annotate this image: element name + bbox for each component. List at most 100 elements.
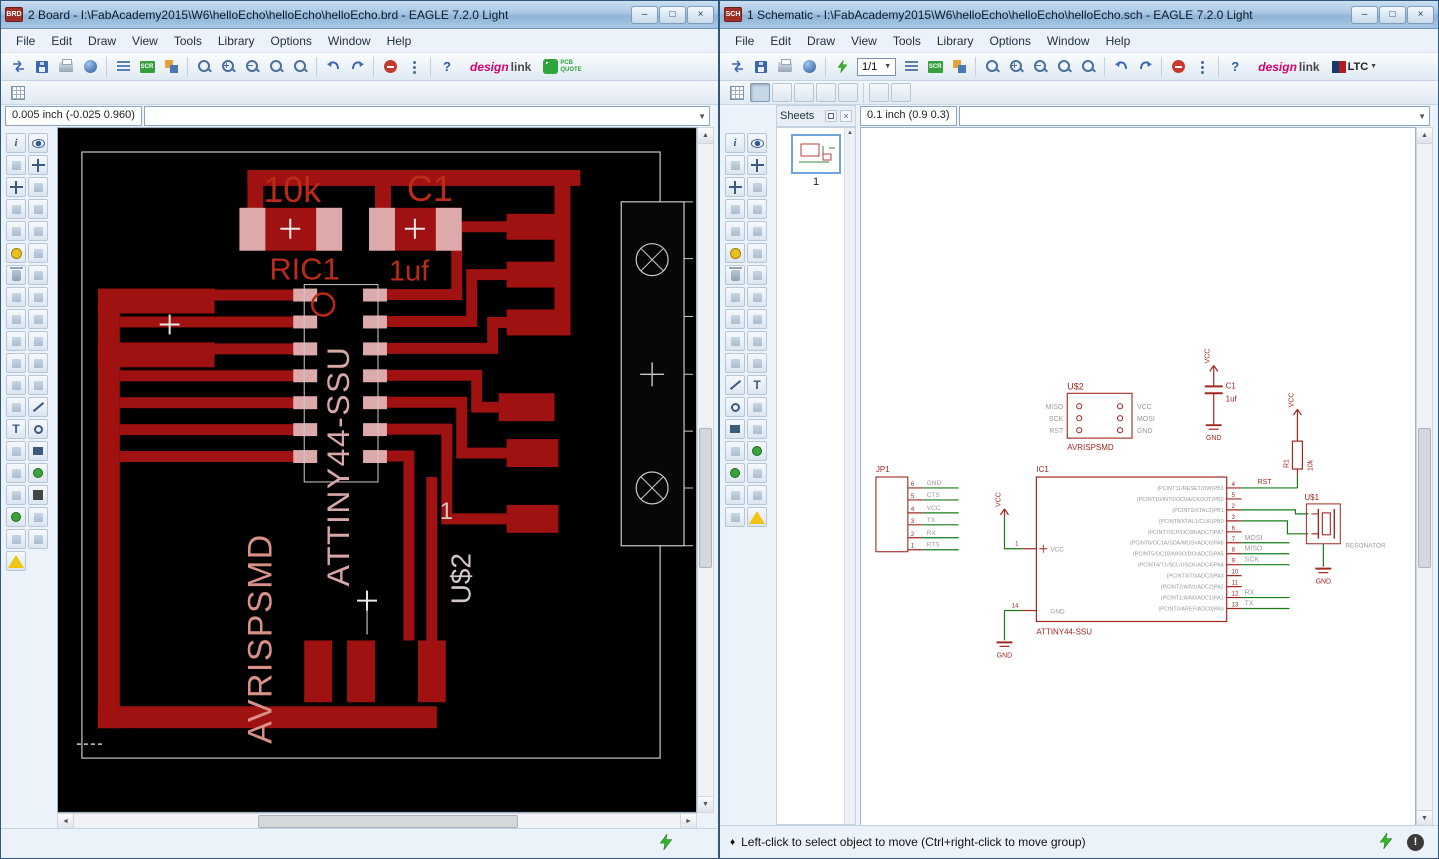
tool-text[interactable]: T: [6, 419, 26, 439]
tool-split[interactable]: [725, 353, 745, 373]
pcb-quote-logo[interactable]: PCB QUOTE: [543, 59, 590, 74]
minimize-button[interactable]: –: [631, 5, 658, 24]
tool-erc[interactable]: [747, 485, 767, 505]
tool-drc[interactable]: [6, 529, 26, 549]
tool-paint[interactable]: [6, 243, 26, 263]
board-switch-icon[interactable]: [831, 56, 853, 78]
dropdown-icon[interactable]: ▼: [1370, 63, 1377, 70]
schematic-vertical-scrollbar[interactable]: ▲ ▼: [1416, 127, 1433, 827]
tool-smash[interactable]: [725, 331, 745, 351]
menu-edit[interactable]: Edit: [763, 32, 798, 50]
tool-group[interactable]: [725, 221, 745, 241]
scroll-up-arrow[interactable]: ▲: [1417, 128, 1432, 144]
tool-polygon[interactable]: [6, 463, 26, 483]
tool-circle[interactable]: [725, 397, 745, 417]
help-icon[interactable]: ?: [436, 56, 458, 78]
tool-polygon[interactable]: [747, 419, 767, 439]
tool-miter[interactable]: [747, 331, 767, 351]
tool-warning[interactable]: [747, 507, 767, 527]
tool-mirror[interactable]: [6, 199, 26, 219]
menu-window[interactable]: Window: [321, 32, 378, 50]
tool-info[interactable]: i: [725, 133, 745, 153]
cam-processor-icon[interactable]: [798, 56, 820, 78]
tool-copy[interactable]: [747, 177, 767, 197]
view-mode-panes[interactable]: [794, 83, 814, 102]
ulp-icon[interactable]: [900, 56, 922, 78]
redo-icon[interactable]: [346, 56, 368, 78]
sheets-dock-icon[interactable]: [825, 110, 837, 122]
tool-arc[interactable]: [6, 441, 26, 461]
tool-pinswap[interactable]: [6, 287, 26, 307]
tool-name[interactable]: [28, 309, 48, 329]
tool-info[interactable]: i: [6, 133, 26, 153]
menu-options[interactable]: Options: [264, 32, 319, 50]
tool-gateswap[interactable]: [747, 287, 767, 307]
tool-wire[interactable]: [725, 375, 745, 395]
save-icon[interactable]: [31, 56, 53, 78]
tool-rotate[interactable]: [747, 199, 767, 219]
scroll-up-arrow[interactable]: ▲: [698, 128, 713, 144]
menu-draw[interactable]: Draw: [81, 32, 123, 50]
grid-icon[interactable]: [726, 82, 748, 104]
tool-value[interactable]: [747, 309, 767, 329]
swap-file-icon[interactable]: [726, 56, 748, 78]
tool-cut[interactable]: [28, 243, 48, 263]
tool-group[interactable]: [6, 221, 26, 241]
tool-show[interactable]: [28, 133, 48, 153]
menu-library[interactable]: Library: [930, 32, 981, 50]
tool-hole[interactable]: [28, 485, 48, 505]
board-titlebar[interactable]: BRD 2 Board - I:\FabAcademy2015\W6\hello…: [1, 1, 718, 29]
undo-icon[interactable]: [1110, 56, 1132, 78]
scroll-left-arrow[interactable]: ◄: [58, 814, 74, 829]
schematic-command-bar[interactable]: ▼: [958, 106, 1430, 126]
script-icon[interactable]: SCR: [924, 56, 946, 78]
tool-delete[interactable]: [6, 265, 26, 285]
zoom-redraw-icon[interactable]: [1053, 56, 1075, 78]
close-button[interactable]: ×: [687, 5, 714, 24]
zoom-in-icon[interactable]: [1005, 56, 1027, 78]
tool-route[interactable]: [28, 375, 48, 395]
tool-wire[interactable]: [28, 397, 48, 417]
tool-rect[interactable]: [28, 441, 48, 461]
view-mode-grid2[interactable]: [816, 83, 836, 102]
layer-settings-icon[interactable]: [948, 56, 970, 78]
erc-ok-icon[interactable]: [1379, 832, 1393, 852]
dropdown-icon[interactable]: ▼: [698, 112, 706, 121]
tool-signal[interactable]: [6, 485, 26, 505]
zoom-out-icon[interactable]: [241, 56, 263, 78]
board-vertical-scrollbar[interactable]: ▲ ▼: [697, 127, 714, 813]
drc-ok-icon[interactable]: [659, 833, 673, 853]
print-icon[interactable]: [774, 56, 796, 78]
menu-help[interactable]: Help: [1099, 32, 1138, 50]
menu-view[interactable]: View: [844, 32, 884, 50]
maximize-button[interactable]: □: [1379, 5, 1406, 24]
tool-ratsnest[interactable]: [6, 507, 26, 527]
view-mode-frames[interactable]: [750, 83, 770, 102]
view-mode-dots[interactable]: [772, 83, 792, 102]
alert-icon[interactable]: !: [1407, 833, 1424, 851]
tool-errors[interactable]: [28, 529, 48, 549]
menu-edit[interactable]: Edit: [44, 32, 79, 50]
menu-window[interactable]: Window: [1040, 32, 1097, 50]
tool-invoke[interactable]: [747, 353, 767, 373]
tool-delete[interactable]: [725, 265, 745, 285]
script-icon[interactable]: SCR: [136, 56, 158, 78]
tool-mark[interactable]: [28, 155, 48, 175]
ltc-spice-logo[interactable]: LTC ▼: [1331, 60, 1377, 73]
menu-options[interactable]: Options: [983, 32, 1038, 50]
tool-move[interactable]: [725, 177, 745, 197]
sheet-thumbnail[interactable]: [791, 134, 841, 174]
zoom-select-icon[interactable]: [289, 56, 311, 78]
swap-file-icon[interactable]: [7, 56, 29, 78]
tool-miter[interactable]: [6, 353, 26, 373]
tool-mark[interactable]: [747, 155, 767, 175]
zoom-out-icon[interactable]: [1029, 56, 1051, 78]
menu-draw[interactable]: Draw: [800, 32, 842, 50]
zoom-fit-icon[interactable]: [193, 56, 215, 78]
dropdown-icon[interactable]: ▼: [1418, 112, 1426, 121]
tool-show[interactable]: [747, 133, 767, 153]
dropdown-icon[interactable]: ▼: [884, 63, 891, 70]
board-command-bar[interactable]: ▼: [143, 106, 710, 126]
layer-settings-icon[interactable]: [160, 56, 182, 78]
tool-warning[interactable]: [6, 551, 26, 571]
